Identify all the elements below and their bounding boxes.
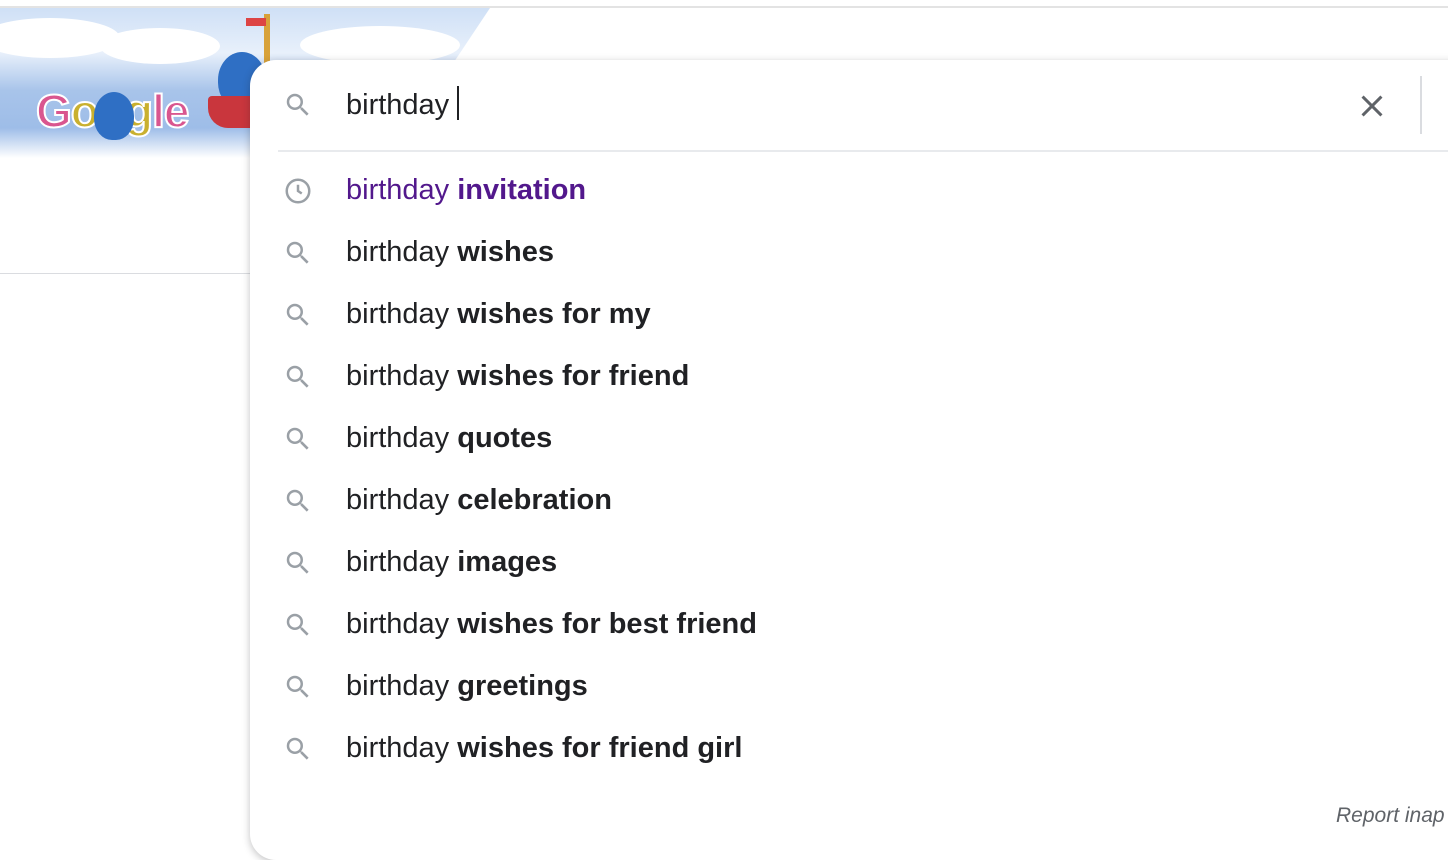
search-autocomplete-dropdown: birthday birthday invitation birthday wi… xyxy=(250,60,1448,860)
suggestion-text: birthday images xyxy=(346,546,557,579)
suggestion-text: birthday wishes xyxy=(346,236,554,269)
search-icon xyxy=(286,365,309,388)
suggestion-item[interactable]: birthday invitation xyxy=(250,160,1448,222)
suggestion-completion: celebration xyxy=(457,484,612,516)
search-icon xyxy=(286,675,309,698)
top-border xyxy=(0,6,1448,8)
search-icon xyxy=(286,303,309,326)
search-icon xyxy=(286,551,309,574)
suggestion-item[interactable]: birthday wishes for best friend xyxy=(250,594,1448,656)
suggestion-completion: wishes for my xyxy=(457,298,651,330)
suggestion-item[interactable]: birthday images xyxy=(250,532,1448,594)
suggestion-text: birthday greetings xyxy=(346,670,588,703)
suggestion-item[interactable]: birthday celebration xyxy=(250,470,1448,532)
search-icon xyxy=(286,737,309,760)
search-box[interactable]: birthday xyxy=(250,60,1448,150)
suggestion-text: birthday wishes for friend xyxy=(346,360,689,393)
suggestion-completion: greetings xyxy=(457,670,588,702)
search-icon xyxy=(286,427,309,450)
suggestion-completion: quotes xyxy=(457,422,553,454)
suggestion-completion: wishes for friend xyxy=(457,360,690,392)
suggestion-prefix: birthday xyxy=(346,236,450,268)
suggestion-item[interactable]: birthday wishes for friend girl xyxy=(250,718,1448,780)
search-icon xyxy=(286,613,309,636)
report-inappropriate-link[interactable]: Report inap xyxy=(1336,804,1445,828)
clear-icon[interactable] xyxy=(1354,88,1390,124)
suggestion-completion: wishes for friend girl xyxy=(457,732,743,764)
suggestion-item[interactable]: birthday wishes for my xyxy=(250,284,1448,346)
suggestion-text: birthday wishes for friend girl xyxy=(346,732,742,765)
dropdown-divider xyxy=(278,150,1448,152)
suggestion-prefix: birthday xyxy=(346,546,450,578)
search-box-divider xyxy=(1420,76,1422,134)
suggestion-completion: invitation xyxy=(457,174,587,206)
suggestion-prefix: birthday xyxy=(346,298,450,330)
search-icon xyxy=(286,489,309,512)
suggestion-text: birthday invitation xyxy=(346,174,586,207)
suggestion-item[interactable]: birthday wishes xyxy=(250,222,1448,284)
suggestion-text: birthday quotes xyxy=(346,422,552,455)
suggestion-prefix: birthday xyxy=(346,732,450,764)
suggestion-prefix: birthday xyxy=(346,484,450,516)
suggestion-prefix: birthday xyxy=(346,174,450,206)
history-clock-icon xyxy=(285,178,311,204)
suggestion-text: birthday wishes for my xyxy=(346,298,651,331)
suggestion-completion: wishes xyxy=(457,236,554,268)
suggestion-prefix: birthday xyxy=(346,360,450,392)
search-icon xyxy=(286,93,309,116)
suggestion-completion: images xyxy=(457,546,558,578)
suggestion-item[interactable]: birthday greetings xyxy=(250,656,1448,718)
suggestion-prefix: birthday xyxy=(346,422,450,454)
suggestion-item[interactable]: birthday quotes xyxy=(250,408,1448,470)
suggestion-text: birthday celebration xyxy=(346,484,612,517)
search-input[interactable]: birthday xyxy=(346,86,460,122)
suggestion-completion: wishes for best friend xyxy=(457,608,757,640)
suggestion-text: birthday wishes for best friend xyxy=(346,608,757,641)
suggestion-prefix: birthday xyxy=(346,608,450,640)
suggestion-item[interactable]: birthday wishes for friend xyxy=(250,346,1448,408)
suggestion-prefix: birthday xyxy=(346,670,450,702)
search-icon xyxy=(286,241,309,264)
text-cursor xyxy=(457,86,460,120)
header-divider xyxy=(0,273,260,274)
